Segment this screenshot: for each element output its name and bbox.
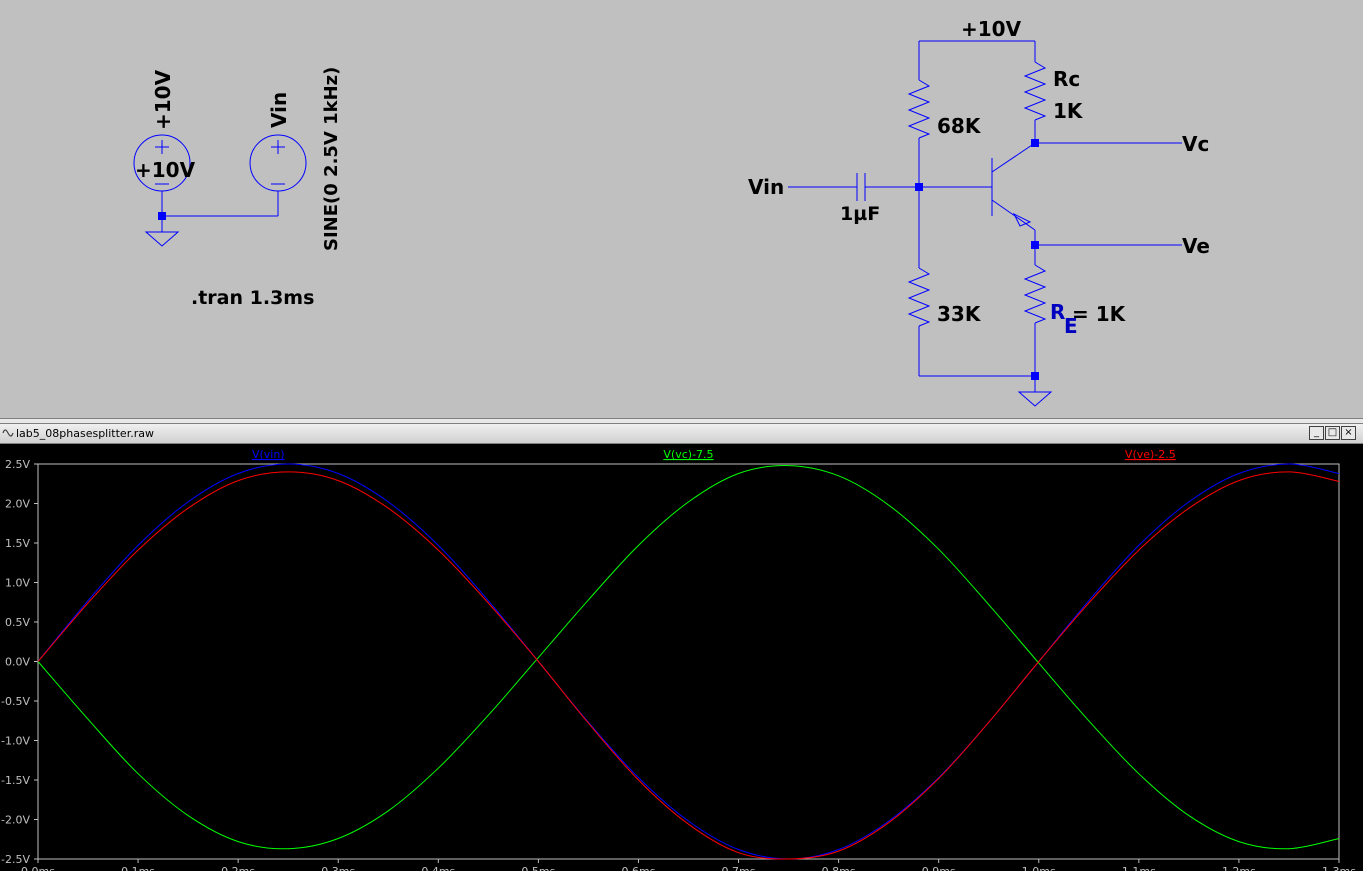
- x-tick-label: 0.1ms: [121, 865, 155, 871]
- npn-transistor[interactable]: [991, 142, 1036, 231]
- y-tick-label: 2.5V: [5, 458, 30, 471]
- x-tick-label: 0.8ms: [822, 865, 856, 871]
- y-tick-label: 0.5V: [5, 616, 30, 629]
- y-tick-label: 2.0V: [5, 498, 30, 511]
- waveform-plot[interactable]: 2.5V 2.0V 1.5V 1.0V 0.5V 0.0V -0.5V -1.0V -1.5V -…: [0, 444, 1363, 871]
- waveform-window: lab5_08phasesplitter.raw _ □ × 2.5V 2.0V 1…: [0, 424, 1363, 871]
- schematic-canvas[interactable]: +10V +10V Vin SINE(0 2.5V 1kHz) .tran 1.…: [0, 0, 1363, 418]
- tran-directive[interactable]: .tran 1.3ms: [191, 287, 314, 309]
- x-tick-label: 0.4ms: [421, 865, 455, 871]
- resistor-re[interactable]: [1023, 264, 1047, 324]
- resistor-rc[interactable]: [1023, 61, 1047, 121]
- trace-label[interactable]: V(vc)-7.5: [663, 448, 713, 461]
- rc-value: 1K: [1053, 99, 1084, 123]
- sig-source-value: SINE(0 2.5V 1kHz): [321, 67, 342, 251]
- x-tick-label: 0.0ms: [21, 865, 55, 871]
- capacitor-value: 1µF: [840, 203, 880, 225]
- trace-label[interactable]: V(vin): [252, 448, 285, 461]
- window-titlebar[interactable]: lab5_08phasesplitter.raw _ □ ×: [0, 424, 1363, 444]
- re-value: = 1K: [1072, 302, 1127, 326]
- y-tick-label: -0.5V: [1, 695, 30, 708]
- x-tick-label: 0.5ms: [521, 865, 555, 871]
- y-tick-label: -2.0V: [1, 814, 30, 827]
- y-tick-label: 0.0V: [5, 656, 30, 669]
- waveform-icon: [2, 429, 14, 437]
- dc-source-value: +10V: [135, 158, 196, 182]
- r1-value: 68K: [937, 114, 982, 138]
- x-tick-label: 1.0ms: [1022, 865, 1056, 871]
- maximize-button[interactable]: □: [1325, 426, 1340, 440]
- r2-value: 33K: [937, 302, 982, 326]
- trace-v-vin-[interactable]: [37, 463, 1340, 860]
- sig-source-netlabel: Vin: [267, 92, 291, 128]
- minimize-button[interactable]: _: [1309, 426, 1324, 440]
- plot-frame: [37, 463, 1340, 860]
- x-tick-label: 1.2ms: [1222, 865, 1256, 871]
- supply-label: +10V: [961, 17, 1022, 41]
- y-tick-label: -1.5V: [1, 774, 30, 787]
- x-tick-label: 0.2ms: [221, 865, 255, 871]
- ve-label: Ve: [1182, 234, 1210, 258]
- trace-label[interactable]: V(ve)-2.5: [1125, 448, 1176, 461]
- x-tick-label: 0.9ms: [922, 865, 956, 871]
- input-label: Vin: [748, 175, 784, 199]
- x-tick-label: 0.6ms: [621, 865, 655, 871]
- dc-source-netlabel: +10V: [151, 69, 175, 130]
- close-button[interactable]: ×: [1341, 426, 1356, 440]
- ground-symbol: [144, 231, 180, 247]
- resistor-r2[interactable]: [907, 267, 931, 327]
- y-tick-label: 1.5V: [5, 537, 30, 550]
- y-tick-label: -1.0V: [1, 735, 30, 748]
- x-tick-label: 1.1ms: [1122, 865, 1156, 871]
- x-tick-label: 0.3ms: [321, 865, 355, 871]
- ground-symbol-2: [1017, 391, 1053, 407]
- trace-v-ve-2-5[interactable]: [37, 471, 1340, 860]
- window-title: lab5_08phasesplitter.raw: [16, 427, 154, 440]
- y-tick-label: 1.0V: [5, 577, 30, 590]
- trace-v-vc-7-5[interactable]: [37, 465, 1340, 850]
- rc-name: Rc: [1053, 67, 1080, 91]
- vc-label: Vc: [1182, 132, 1209, 156]
- x-tick-label: 1.3ms: [1322, 865, 1356, 871]
- x-tick-label: 0.7ms: [722, 865, 756, 871]
- resistor-r1[interactable]: [907, 79, 931, 139]
